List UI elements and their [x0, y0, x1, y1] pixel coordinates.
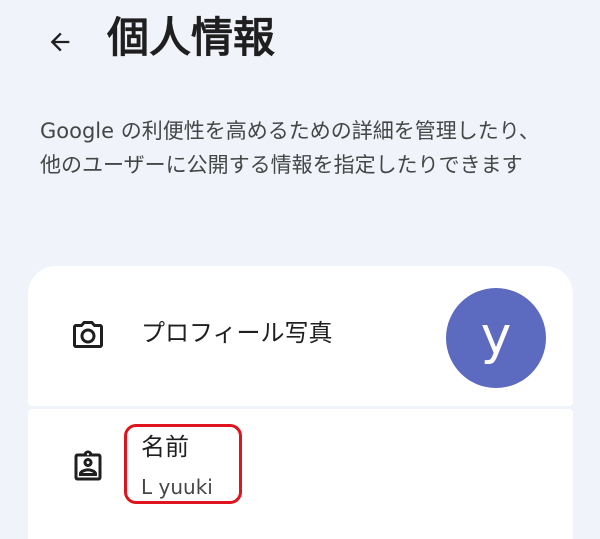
app-header: 個人情報 [0, 0, 600, 80]
page-title: 個人情報 [107, 13, 276, 62]
highlight-box [124, 424, 242, 504]
arrow-back-icon [50, 32, 70, 52]
avatar[interactable]: y [446, 288, 546, 388]
page-description: Google の利便性を高めるための詳細を管理したり、他のユーザーに公開する情報… [40, 119, 540, 177]
badge-icon [68, 447, 108, 487]
profile-photo-label: プロフィール写真 [141, 319, 333, 347]
camera-icon [68, 316, 108, 356]
back-button[interactable] [40, 22, 80, 62]
profile-photo-row[interactable]: プロフィール写真 y [28, 266, 573, 406]
